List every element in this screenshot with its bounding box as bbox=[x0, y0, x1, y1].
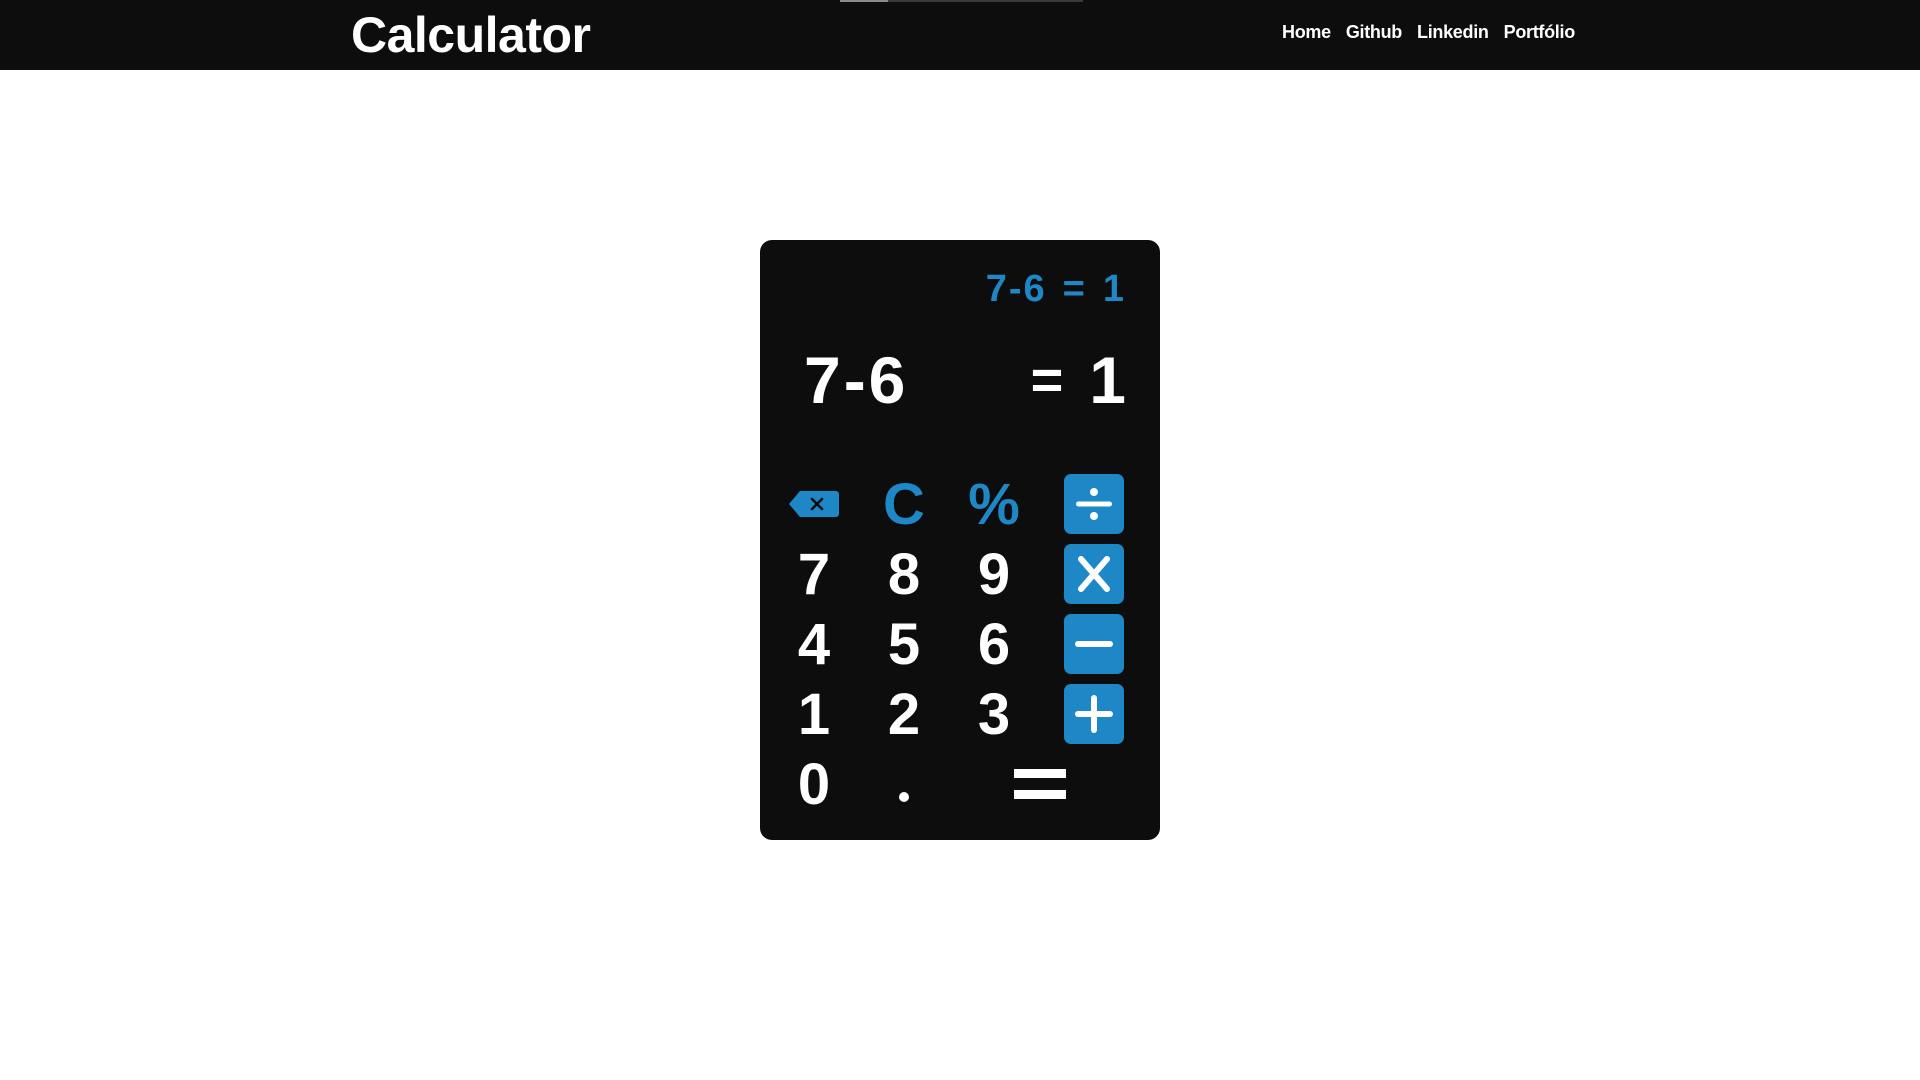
history-expression: 7-6 bbox=[985, 268, 1047, 310]
digit-8-button[interactable]: 8 bbox=[873, 542, 935, 607]
backspace-button[interactable] bbox=[783, 473, 845, 535]
nav-link-home[interactable]: Home bbox=[1282, 22, 1331, 43]
percent-button[interactable]: % bbox=[963, 472, 1025, 537]
equals-icon bbox=[1014, 769, 1066, 799]
display-expression: 7-6 bbox=[804, 343, 909, 417]
divide-button[interactable] bbox=[1064, 474, 1124, 534]
decimal-point-icon bbox=[899, 792, 909, 802]
history-line: 7-6 = 1 bbox=[986, 268, 1126, 311]
nav-link-portfolio[interactable]: Portfólio bbox=[1504, 22, 1576, 43]
history-result: 1 bbox=[1102, 268, 1126, 310]
digit-2-button[interactable]: 2 bbox=[873, 682, 935, 747]
page-title: Calculator bbox=[351, 7, 591, 63]
display-equals: = bbox=[1030, 348, 1064, 411]
digit-0-button[interactable]: 0 bbox=[783, 752, 845, 817]
multiply-button[interactable] bbox=[1064, 544, 1124, 604]
nav-link-linkedin[interactable]: Linkedin bbox=[1417, 22, 1489, 43]
tab-indicator bbox=[840, 0, 1083, 2]
clear-button[interactable]: C bbox=[873, 472, 935, 537]
display-result: = 1 bbox=[1031, 342, 1126, 418]
digit-3-button[interactable]: 3 bbox=[963, 682, 1025, 747]
calculator: 7-6 = 1 7-6 = 1 C % 7 8 9 4 5 6 1 2 3 0 bbox=[760, 240, 1160, 840]
display-result-value: 1 bbox=[1089, 343, 1126, 417]
plus-icon bbox=[1075, 695, 1113, 733]
subtract-button[interactable] bbox=[1064, 614, 1124, 674]
multiply-icon bbox=[1078, 556, 1110, 592]
top-navbar: Calculator Home Github Linkedin Portfóli… bbox=[0, 0, 1920, 70]
divide-icon bbox=[1076, 488, 1112, 520]
nav-link-github[interactable]: Github bbox=[1346, 22, 1402, 43]
digit-9-button[interactable]: 9 bbox=[963, 542, 1025, 607]
backspace-icon bbox=[789, 491, 839, 517]
history-equals: = bbox=[1062, 268, 1087, 310]
nav-menu: Home Github Linkedin Portfólio bbox=[1282, 22, 1575, 43]
digit-1-button[interactable]: 1 bbox=[783, 682, 845, 747]
digit-7-button[interactable]: 7 bbox=[783, 542, 845, 607]
digit-4-button[interactable]: 4 bbox=[783, 612, 845, 677]
decimal-button[interactable] bbox=[873, 753, 935, 815]
digit-6-button[interactable]: 6 bbox=[963, 612, 1025, 677]
equals-button[interactable] bbox=[1010, 753, 1070, 815]
digit-5-button[interactable]: 5 bbox=[873, 612, 935, 677]
add-button[interactable] bbox=[1064, 684, 1124, 744]
minus-icon bbox=[1075, 641, 1113, 647]
